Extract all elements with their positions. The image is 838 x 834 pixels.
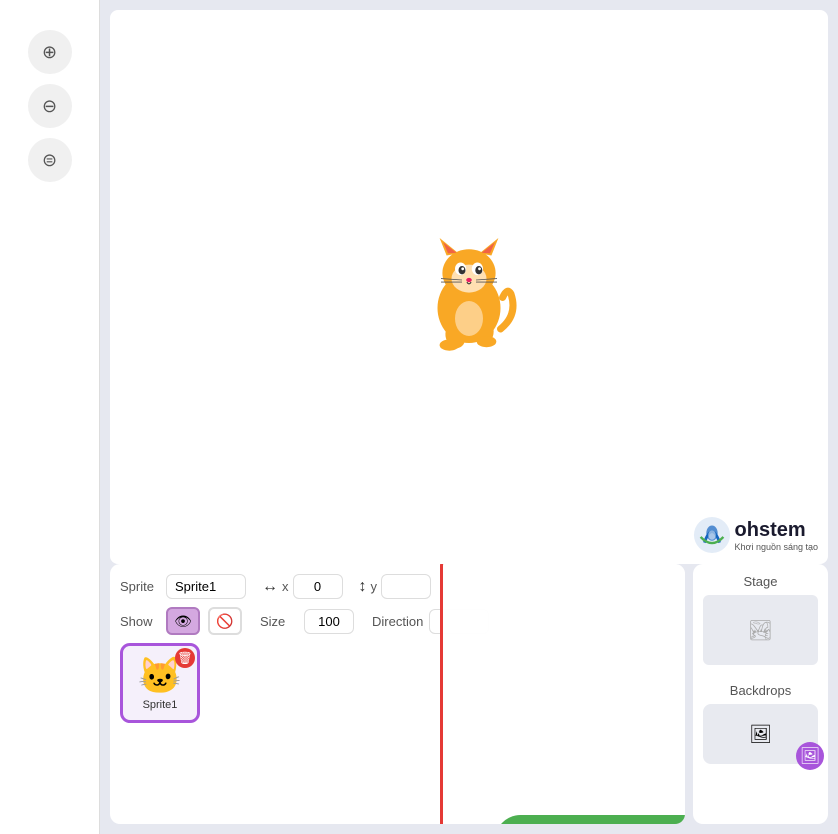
backdrops-label: Backdrops (703, 683, 818, 698)
backdrop-thumbnail[interactable]: 🖼 🖼 (703, 704, 818, 764)
sprite-thumbnail-1[interactable]: 🐱 Sprite1 🗑 (120, 643, 200, 723)
sprite-label: Sprite (120, 579, 158, 594)
sprite-name-input[interactable] (166, 574, 246, 599)
fit-icon: ⊜ (42, 150, 57, 171)
stage-canvas: ohstem Khơi nguồn sáng tạo (110, 10, 828, 564)
left-sidebar: ⊕ ⊖ ⊜ (0, 0, 100, 834)
bottom-panel: Sprite ↔ x ↕ y Show (100, 564, 838, 834)
choose-sprite-button[interactable]: Choose a Sprite (495, 815, 685, 824)
x-input[interactable] (293, 574, 343, 599)
backdrop-add-icon: 🖼 (800, 746, 820, 766)
fit-button[interactable]: ⊜ (28, 138, 72, 182)
sprite-popup-overlay: ⬆ ✦ ✏ 🔍 🐱 (440, 564, 685, 824)
stage-label: Stage (703, 574, 818, 589)
trash-icon: 🗑 (177, 651, 192, 665)
eye-open-icon: 👁 (174, 613, 192, 630)
size-input[interactable] (304, 609, 354, 634)
add-backdrop-button[interactable]: 🖼 (796, 742, 824, 770)
zoom-in-button[interactable]: ⊕ (28, 30, 72, 74)
zoom-out-icon: ⊖ (42, 96, 57, 117)
size-group: Size (260, 609, 354, 634)
y-label: y (371, 579, 378, 594)
show-hidden-button[interactable]: 🚫 (208, 607, 242, 635)
show-visible-button[interactable]: 👁 (166, 607, 200, 635)
eye-closed-icon: 🚫 (216, 613, 233, 630)
sprite-thumb-name: Sprite1 (143, 699, 178, 711)
x-direction-icon: ↔ (262, 578, 278, 596)
direction-label: Direction (372, 614, 423, 629)
stage-area: ohstem Khơi nguồn sáng tạo Sprite ↔ x (100, 0, 838, 834)
backdrop-icon: 🖼 (749, 724, 772, 745)
stage-panel: Stage 🏞 Backdrops 🖼 🖼 (693, 564, 828, 824)
stage-thumbnail[interactable]: 🏞 (703, 595, 818, 665)
sprite-delete-button[interactable]: 🗑 (175, 648, 195, 668)
x-coord-group: ↔ x (262, 574, 343, 599)
y-direction-icon: ↕ (359, 578, 367, 596)
show-label: Show (120, 614, 158, 629)
ohstem-logo: ohstem Khơi nguồn sáng tạo (693, 516, 818, 554)
x-label: x (282, 579, 289, 594)
zoom-out-button[interactable]: ⊖ (28, 84, 72, 128)
stage-empty-icon: 🏞 (748, 618, 773, 643)
scratch-cat (399, 217, 539, 357)
y-input[interactable] (381, 574, 431, 599)
size-label: Size (260, 614, 298, 629)
ohstem-brand: ohstem Khơi nguồn sáng tạo (735, 519, 818, 552)
y-coord-group: ↕ y (359, 574, 432, 599)
zoom-in-icon: ⊕ (42, 42, 57, 63)
sprite-panel: Sprite ↔ x ↕ y Show (110, 564, 685, 824)
ohstem-icon (693, 516, 731, 554)
